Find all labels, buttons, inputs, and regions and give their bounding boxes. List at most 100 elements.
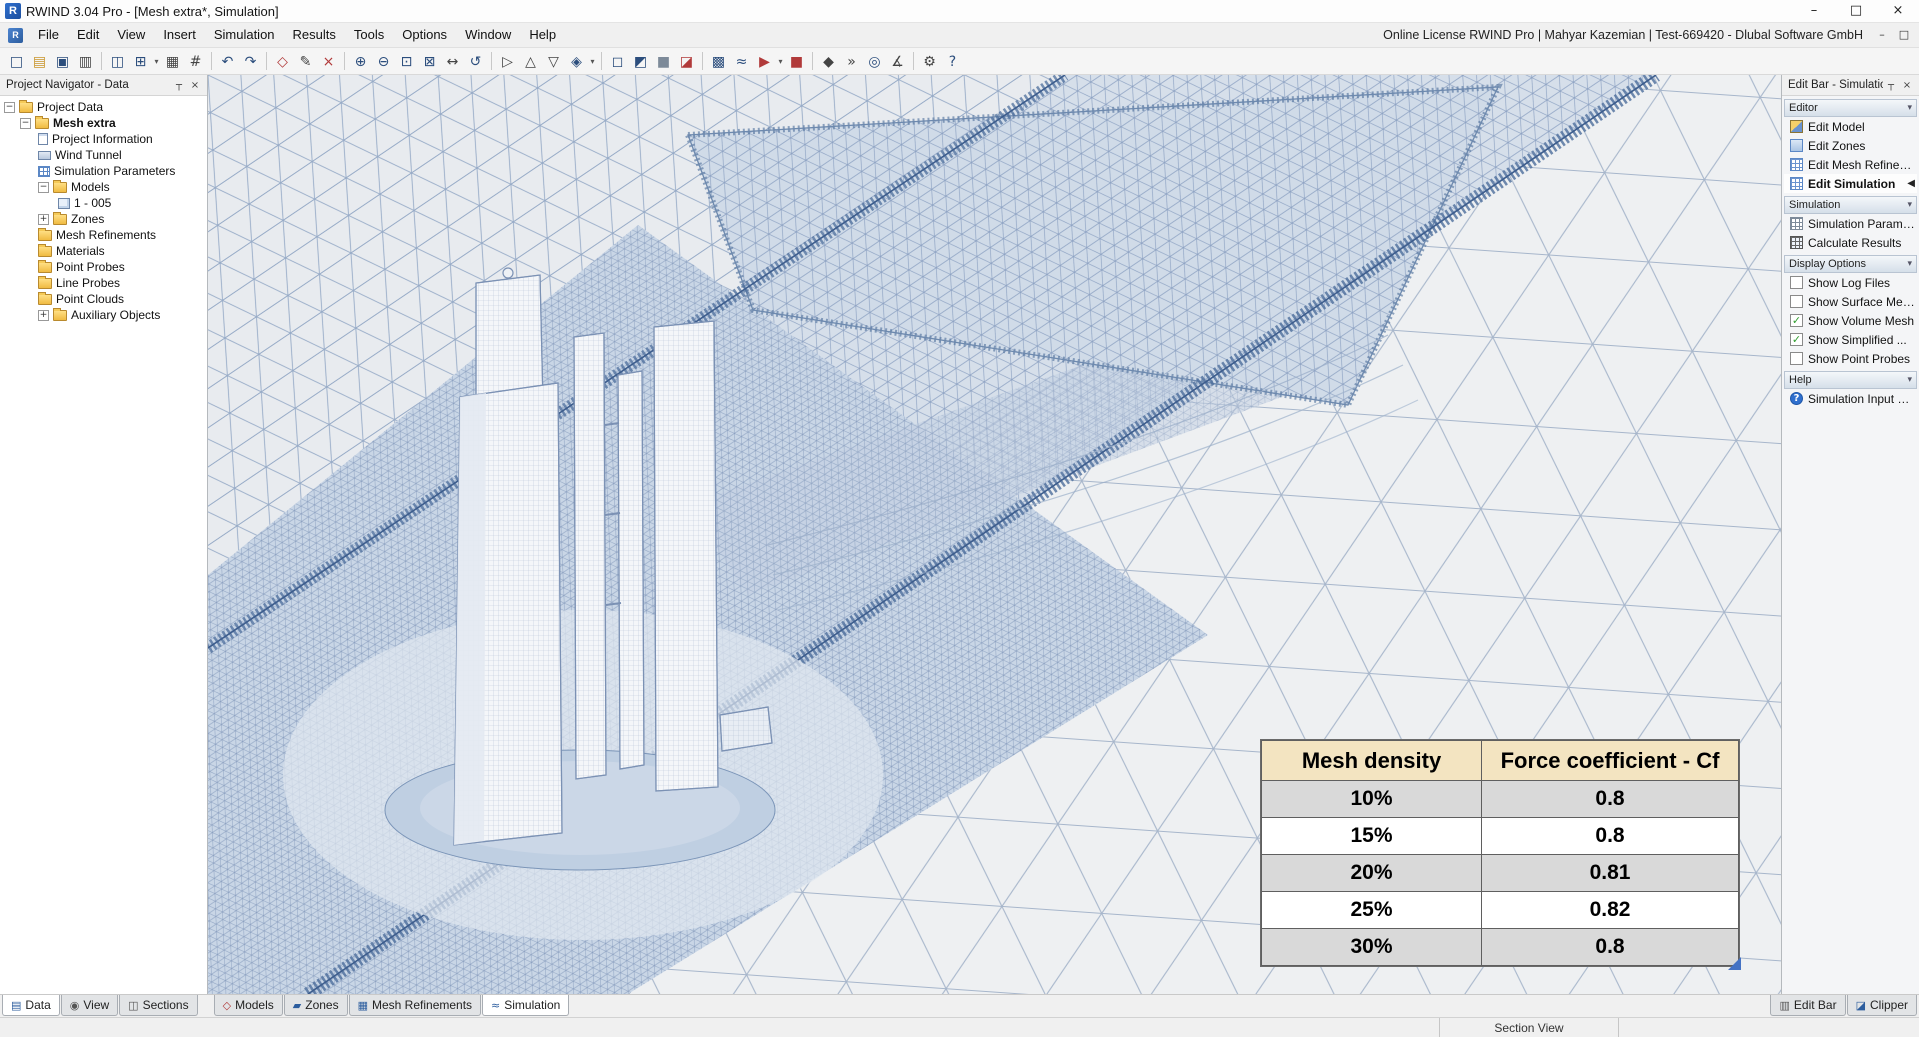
tree-item-simulation-parameters[interactable]: Simulation Parameters (0, 163, 207, 179)
section-plane-icon[interactable]: ◪ (675, 50, 698, 73)
open-project-icon[interactable]: ▤ (28, 50, 51, 73)
tree-item-wind-tunnel[interactable]: Wind Tunnel (0, 147, 207, 163)
tree-item-model-1-005[interactable]: 1 - 005 (0, 195, 207, 211)
simulation-parameters-button[interactable]: Simulation Parameter... (1784, 214, 1917, 233)
edit-mesh-refinements-button[interactable]: Edit Mesh Refinements (1784, 155, 1917, 174)
measure-icon[interactable]: ∡ (886, 50, 909, 73)
tab-view[interactable]: ◉ View (60, 995, 119, 1016)
undo-icon[interactable]: ↶ (216, 50, 239, 73)
animate-flow-icon[interactable]: » (840, 50, 863, 73)
show-simplified-option[interactable]: ✓ Show Simplified ... (1784, 330, 1917, 349)
dropdown-arrow-icon[interactable]: ▾ (776, 57, 785, 66)
help-section-header[interactable]: Help ▾ (1784, 371, 1917, 389)
tree-item-line-probes[interactable]: Line Probes (0, 275, 207, 291)
show-volume-mesh-option[interactable]: ✓ Show Volume Mesh (1784, 311, 1917, 330)
show-log-files-option[interactable]: ✓ Show Log Files (1784, 273, 1917, 292)
dropdown-arrow-icon[interactable]: ▾ (152, 57, 161, 66)
tab-mesh-refinements[interactable]: ▦ Mesh Refinements (348, 995, 482, 1016)
tree-item-point-probes[interactable]: Point Probes (0, 259, 207, 275)
zoom-in-icon[interactable]: ⊕ (349, 50, 372, 73)
view-z-icon[interactable]: ▽ (542, 50, 565, 73)
zoom-window-icon[interactable]: ⊡ (395, 50, 418, 73)
menu-options[interactable]: Options (393, 23, 456, 47)
tab-simulation[interactable]: ≈ Simulation (482, 995, 570, 1016)
project-navigator-icon[interactable]: ◫ (106, 50, 129, 73)
show-point-probes-option[interactable]: ✓ Show Point Probes (1784, 349, 1917, 368)
simulation-input-data-button[interactable]: ? Simulation Input Data (1784, 389, 1917, 408)
menu-tools[interactable]: Tools (345, 23, 393, 47)
tables-icon[interactable]: ⊞ (129, 50, 152, 73)
tree-item-auxiliary-objects[interactable]: + Auxiliary Objects (0, 307, 207, 323)
close-button[interactable]: × (1877, 0, 1919, 22)
menu-simulation[interactable]: Simulation (205, 23, 284, 47)
tree-item-project-information[interactable]: Project Information (0, 131, 207, 147)
point-probe-icon[interactable]: ◎ (863, 50, 886, 73)
calculate-results-button[interactable]: Calculate Results (1784, 233, 1917, 252)
wireframe-mode-icon[interactable]: ◻ (606, 50, 629, 73)
dropdown-arrow-icon[interactable]: ▾ (588, 57, 597, 66)
wind-profile-icon[interactable]: ≈ (730, 50, 753, 73)
new-model-icon[interactable]: ◇ (271, 50, 294, 73)
menu-file[interactable]: File (29, 23, 68, 47)
show-surface-mesh-option[interactable]: ✓ Show Surface Mesh (1784, 292, 1917, 311)
expander-expanded-icon[interactable]: − (20, 117, 31, 129)
delete-model-icon[interactable]: × (317, 50, 340, 73)
tab-models[interactable]: ◇ Models (213, 995, 283, 1016)
close-panel-icon[interactable]: × (187, 80, 203, 91)
simulation-section-header[interactable]: Simulation ▾ (1784, 196, 1917, 214)
tree-item-mesh-refinements[interactable]: Mesh Refinements (0, 227, 207, 243)
tree-item-point-clouds[interactable]: Point Clouds (0, 291, 207, 307)
mdi-restore-button[interactable]: □ (1893, 23, 1915, 47)
menu-window[interactable]: Window (456, 23, 520, 47)
mdi-minimize-button[interactable]: – (1871, 23, 1893, 47)
expander-collapsed-icon[interactable]: + (38, 309, 49, 321)
menu-view[interactable]: View (108, 23, 154, 47)
tree-item-project-data[interactable]: − Project Data (0, 99, 207, 115)
minimize-button[interactable]: – (1793, 0, 1835, 22)
expander-collapsed-icon[interactable]: + (38, 213, 49, 225)
expander-expanded-icon[interactable]: − (4, 101, 15, 113)
edit-simulation-button[interactable]: Edit Simulation ◀ (1784, 174, 1917, 193)
table-resize-handle-icon[interactable] (1728, 957, 1741, 970)
checkbox[interactable]: ✓ (1790, 333, 1803, 346)
help-icon[interactable]: ? (941, 50, 964, 73)
tree-item-materials[interactable]: Materials (0, 243, 207, 259)
tab-data[interactable]: ▤ Data (2, 995, 60, 1016)
edit-zones-button[interactable]: Edit Zones (1784, 136, 1917, 155)
menu-insert[interactable]: Insert (154, 23, 205, 47)
stop-simulation-icon[interactable]: ■ (785, 50, 808, 73)
solid-mode-icon[interactable]: ■ (652, 50, 675, 73)
menu-help[interactable]: Help (520, 23, 565, 47)
surface-mode-icon[interactable]: ◩ (629, 50, 652, 73)
mesh-3d-viewport[interactable]: Mesh density Force coefficient - Cf 10% … (208, 75, 1781, 994)
zoom-out-icon[interactable]: ⊖ (372, 50, 395, 73)
guidelines-icon[interactable]: # (184, 50, 207, 73)
tree-item-models[interactable]: − Models (0, 179, 207, 195)
tab-zones[interactable]: ▰ Zones (283, 995, 348, 1016)
view-y-icon[interactable]: △ (519, 50, 542, 73)
snap-grid-icon[interactable]: ▦ (161, 50, 184, 73)
editor-section-header[interactable]: Editor ▾ (1784, 99, 1917, 117)
checkbox[interactable]: ✓ (1790, 276, 1803, 289)
menu-results[interactable]: Results (284, 23, 345, 47)
expander-expanded-icon[interactable]: − (38, 181, 49, 193)
zoom-all-icon[interactable]: ⊠ (418, 50, 441, 73)
rotate-view-icon[interactable]: ↺ (464, 50, 487, 73)
display-options-section-header[interactable]: Display Options ▾ (1784, 255, 1917, 273)
redo-icon[interactable]: ↷ (239, 50, 262, 73)
settings-icon[interactable]: ⚙ (918, 50, 941, 73)
tab-edit-bar[interactable]: ▥ Edit Bar (1770, 995, 1846, 1016)
new-project-icon[interactable]: □ (5, 50, 28, 73)
show-mesh-icon[interactable]: ▩ (707, 50, 730, 73)
tree-item-mesh-extra[interactable]: − Mesh extra (0, 115, 207, 131)
view-isometric-icon[interactable]: ◈ (565, 50, 588, 73)
tree-item-zones[interactable]: + Zones (0, 211, 207, 227)
save-project-icon[interactable]: ▣ (51, 50, 74, 73)
tab-clipper[interactable]: ◪ Clipper (1846, 995, 1917, 1016)
checkbox[interactable]: ✓ (1790, 352, 1803, 365)
checkbox[interactable]: ✓ (1790, 314, 1803, 327)
results-overlay-icon[interactable]: ◆ (817, 50, 840, 73)
edit-model-icon[interactable]: ✎ (294, 50, 317, 73)
pan-view-icon[interactable]: ↔ (441, 50, 464, 73)
edit-model-button[interactable]: Edit Model (1784, 117, 1917, 136)
